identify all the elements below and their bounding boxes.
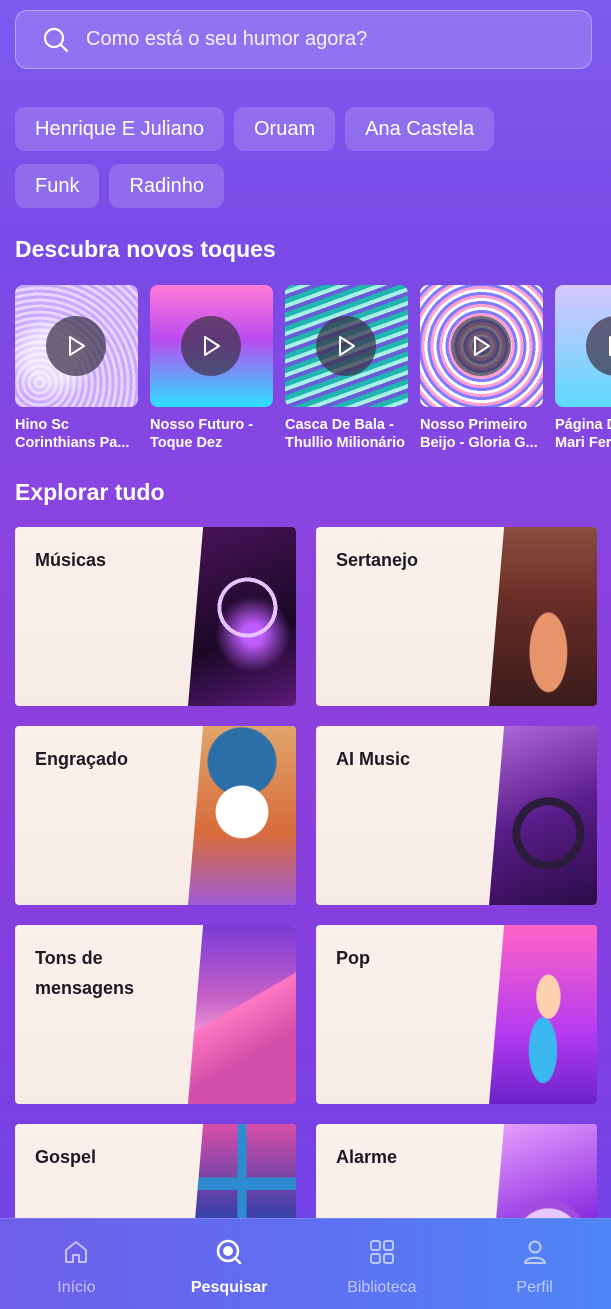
ringtone-artwork — [420, 285, 543, 407]
tab-label: Perfil — [516, 1279, 553, 1296]
play-icon — [204, 336, 220, 356]
play-icon — [339, 336, 355, 356]
category-label: Músicas — [35, 550, 107, 570]
play-button[interactable] — [586, 316, 611, 376]
search-input[interactable] — [86, 28, 546, 51]
chip-radinho[interactable]: Radinho — [109, 164, 224, 208]
tab-pesquisar[interactable]: Pesquisar — [153, 1219, 306, 1309]
chip-row: Funk Radinho — [15, 164, 605, 208]
ghost-character-image — [188, 726, 296, 905]
headphones-image — [188, 527, 296, 706]
search-bar[interactable] — [15, 10, 592, 69]
explore-section-title: Explorar tudo — [15, 479, 165, 505]
search-icon — [216, 1239, 242, 1265]
category-label: AI Music — [336, 749, 411, 769]
category-card-tons-de-mensagens[interactable]: Tons de mensagens — [15, 925, 296, 1104]
ringtone-card[interactable]: Nosso Futuro - Toque Dez — [150, 285, 273, 460]
category-grid: Músicas Sertanejo Engraçado AI Music Ton… — [15, 527, 597, 1303]
tab-label: Pesquisar — [190, 1279, 268, 1296]
play-icon — [609, 336, 611, 356]
chip-row: Henrique E Juliano Oruam Ana Castela — [15, 107, 605, 151]
discover-section-title: Descubra novos toques — [15, 236, 276, 262]
chip-ana-castela[interactable]: Ana Castela — [345, 107, 495, 151]
category-label: Gospel — [35, 1147, 97, 1167]
category-label: Tons de mensagens — [35, 948, 135, 998]
ringtone-carousel[interactable]: Hino Sc Corinthians Pa... Nosso Futuro -… — [15, 285, 611, 460]
chip-henrique-e-juliano[interactable]: Henrique E Juliano — [15, 107, 224, 151]
ringtone-title: Nosso Primeiro Beijo - Gloria G... — [420, 417, 538, 451]
category-label: Pop — [336, 948, 370, 968]
category-label: Engraçado — [35, 749, 129, 769]
search-icon — [43, 27, 69, 52]
suggestion-chips: Henrique E Juliano Oruam Ana Castela Fun… — [15, 107, 605, 221]
category-card-pop[interactable]: Pop — [316, 925, 597, 1104]
library-grid-icon — [369, 1240, 394, 1264]
ringtone-artwork — [15, 285, 138, 407]
ringtone-title: Casca De Bala - Thullio Milionário — [285, 417, 406, 451]
person-icon — [523, 1240, 546, 1264]
play-icon — [69, 336, 85, 356]
category-label: Sertanejo — [336, 550, 419, 570]
ringtone-artwork — [555, 285, 611, 407]
play-button[interactable] — [46, 316, 106, 376]
ringtone-artwork — [150, 285, 273, 407]
tab-biblioteca[interactable]: Biblioteca — [306, 1219, 459, 1309]
ringtone-title: Nosso Futuro - Toque Dez — [150, 417, 254, 451]
category-card-ai-music[interactable]: AI Music — [316, 726, 597, 905]
play-icon — [474, 336, 490, 356]
ringtone-title: Página D Mari Fer — [555, 417, 611, 451]
play-button[interactable] — [316, 316, 376, 376]
category-card-musicas[interactable]: Músicas — [15, 527, 296, 706]
chip-oruam[interactable]: Oruam — [234, 107, 336, 151]
ringtone-card[interactable]: Nosso Primeiro Beijo - Gloria G... — [420, 285, 543, 460]
envelope-image — [188, 925, 296, 1104]
tab-label: Início — [57, 1279, 96, 1296]
tab-inicio[interactable]: Início — [0, 1219, 153, 1309]
category-label: Alarme — [336, 1147, 398, 1167]
headphones-image — [489, 726, 597, 905]
guitar-image — [489, 527, 597, 706]
ringtone-card[interactable]: Casca De Bala - Thullio Milionário — [285, 285, 408, 460]
category-card-engracado[interactable]: Engraçado — [15, 726, 296, 905]
home-icon — [65, 1241, 88, 1263]
ringtone-card[interactable]: Página D Mari Fer — [555, 285, 611, 460]
tab-label: Biblioteca — [347, 1279, 417, 1296]
guitarist-image — [489, 925, 597, 1104]
ringtone-artwork — [285, 285, 408, 407]
ringtone-card[interactable]: Hino Sc Corinthians Pa... — [15, 285, 138, 460]
play-button[interactable] — [451, 316, 511, 376]
category-card-sertanejo[interactable]: Sertanejo — [316, 527, 597, 706]
play-button[interactable] — [181, 316, 241, 376]
tab-perfil[interactable]: Perfil — [458, 1219, 611, 1309]
chip-funk[interactable]: Funk — [15, 164, 100, 208]
ringtone-title: Hino Sc Corinthians Pa... — [15, 417, 130, 451]
bottom-tab-bar: Início Pesquisar Biblioteca Perfil — [0, 1218, 611, 1309]
